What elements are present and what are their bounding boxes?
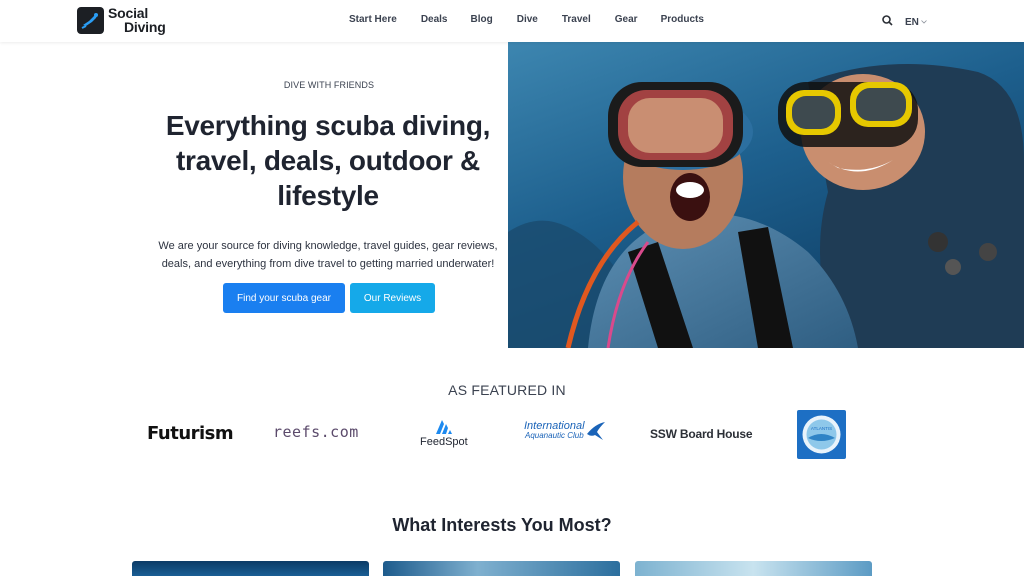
nav-item-travel[interactable]: Travel <box>562 14 591 25</box>
nav-item-blog[interactable]: Blog <box>471 14 493 25</box>
feedspot-text: FeedSpot <box>420 436 468 448</box>
interest-card[interactable] <box>132 561 369 576</box>
language-label: EN <box>905 16 919 28</box>
logo-text-line1: Social <box>108 5 149 21</box>
diver-logo-icon <box>77 6 104 34</box>
nav-item-start-here[interactable]: Start Here <box>349 14 397 25</box>
nav-item-gear[interactable]: Gear <box>615 14 638 25</box>
swordfish-icon <box>586 422 605 440</box>
feedspot-logo: FeedSpot <box>420 418 468 448</box>
search-icon[interactable] <box>882 13 893 31</box>
logo-text-line2: Diving <box>124 19 166 35</box>
main-menu: Start Here Deals Blog Dive Travel Gear P… <box>349 14 704 25</box>
iac-line1: International <box>524 420 585 432</box>
language-selector[interactable]: EN <box>905 17 927 28</box>
ssw-board-house-logo: SSW Board House <box>650 427 753 441</box>
find-scuba-gear-button[interactable]: Find your scuba gear <box>223 283 345 313</box>
featured-in-heading: AS FEATURED IN <box>448 382 566 398</box>
nav-item-deals[interactable]: Deals <box>421 14 448 25</box>
atlantis-logo: ATLANTIS <box>797 410 846 459</box>
interest-card[interactable] <box>635 561 872 576</box>
feedspot-icon <box>435 420 452 434</box>
hero-subtext: We are your source for diving knowledge,… <box>158 240 498 270</box>
chevron-down-icon <box>921 20 927 24</box>
nav-item-products[interactable]: Products <box>661 14 704 25</box>
top-navigation: Social Diving Start Here Deals Blog Dive… <box>0 0 1024 42</box>
iac-logo: International Aquanautic Club <box>524 420 607 442</box>
hero-headline: Everything scuba diving, travel, deals, … <box>165 110 491 211</box>
our-reviews-button[interactable]: Our Reviews <box>350 283 435 313</box>
reefs-logo: reefs.com <box>273 423 359 441</box>
hero-image-divers <box>508 42 1024 348</box>
interests-heading: What Interests You Most? <box>392 515 612 535</box>
site-logo[interactable]: Social Diving <box>77 6 166 34</box>
interest-card[interactable] <box>383 561 620 576</box>
iac-line2: Aquanautic Club <box>525 431 584 440</box>
futurism-logo: Futurism <box>147 423 234 444</box>
atlantis-text: ATLANTIS <box>811 426 832 431</box>
nav-item-dive[interactable]: Dive <box>517 14 538 25</box>
